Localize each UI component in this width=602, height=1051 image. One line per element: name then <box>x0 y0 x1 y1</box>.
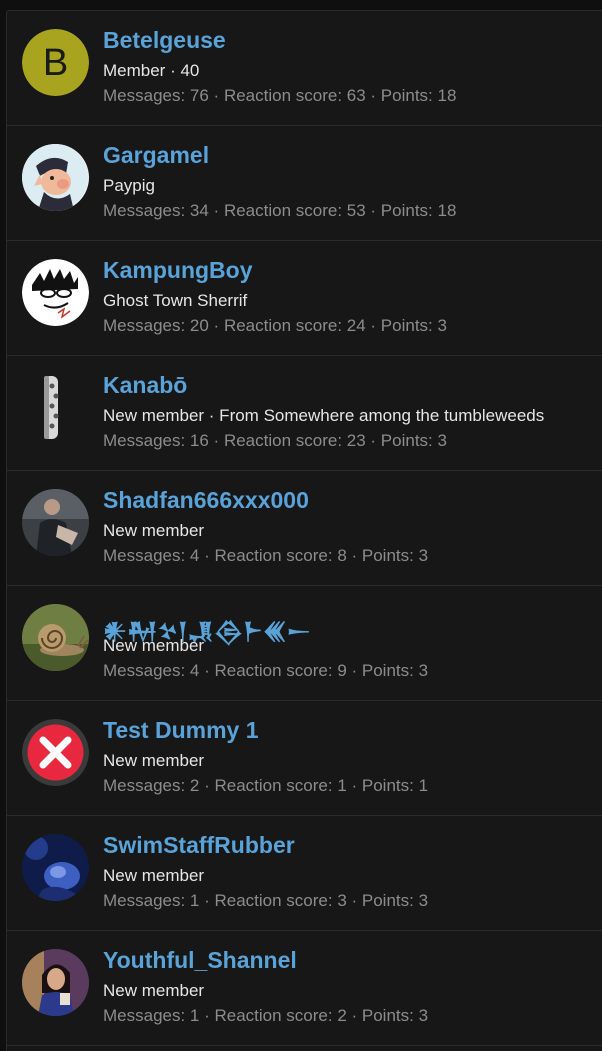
member-stats: Messages: 76 · Reaction score: 63 · Poin… <box>103 86 457 105</box>
member-name[interactable]: KampungBoy <box>103 257 253 284</box>
member-title: New member · From Somewhere among the tu… <box>103 406 545 425</box>
member-title: Paypig <box>103 176 155 195</box>
photo-avatar[interactable] <box>22 489 89 556</box>
member-title: New member <box>103 866 205 885</box>
member-row: KampungBoy Ghost Town Sherrif Messages: … <box>7 241 602 356</box>
member-stats: Messages: 1 · Reaction score: 2 · Points… <box>103 1006 429 1025</box>
member-name[interactable]: Test Dummy 1 <box>103 717 259 744</box>
member-stats: Messages: 34 · Reaction score: 53 · Poin… <box>103 201 457 220</box>
member-row: Test Dummy 1 New member Messages: 2 · Re… <box>7 701 602 816</box>
member-stats: Messages: 20 · Reaction score: 24 · Poin… <box>103 316 447 335</box>
member-name[interactable]: Kanabō <box>103 372 187 399</box>
portrait-avatar[interactable] <box>22 949 89 1016</box>
member-title: New member <box>103 636 205 655</box>
underwater-avatar[interactable] <box>22 834 89 901</box>
member-title: New member <box>103 981 205 1000</box>
avatar-letter: B <box>43 42 68 84</box>
member-name[interactable]: Youthful_Shannel <box>103 947 297 974</box>
letter-avatar[interactable]: B <box>22 29 89 96</box>
member-title: Member · 40 <box>103 61 200 80</box>
member-title: Ghost Town Sherrif <box>103 291 248 310</box>
member-stats: Messages: 1 · Reaction score: 3 · Points… <box>103 891 429 910</box>
member-list: B Betelgeuse Member · 40 Messages: 76 · … <box>6 10 602 1051</box>
member-row: 𒀭𒈹𒆳𒁹𒂗𒁲𒈨𒌍𒀸 New member Messages: 4 · React… <box>7 586 602 701</box>
sketch-avatar[interactable] <box>22 259 89 326</box>
member-stats: Messages: 2 · Reaction score: 1 · Points… <box>103 776 429 795</box>
x-mark-avatar[interactable] <box>22 719 89 786</box>
snail-avatar[interactable] <box>22 604 89 671</box>
member-row: Kanabō New member · From Somewhere among… <box>7 356 602 471</box>
cartoon-avatar[interactable] <box>22 144 89 211</box>
member-name[interactable]: Betelgeuse <box>103 27 226 54</box>
member-title: New member <box>103 751 205 770</box>
member-stats: Messages: 4 · Reaction score: 9 · Points… <box>103 661 429 680</box>
member-stats: Messages: 16 · Reaction score: 23 · Poin… <box>103 431 447 450</box>
member-stats: Messages: 4 · Reaction score: 8 · Points… <box>103 546 429 565</box>
member-name[interactable]: Gargamel <box>103 142 209 169</box>
member-name[interactable]: SwimStaffRubber <box>103 832 295 859</box>
member-name[interactable]: Shadfan666xxx000 <box>103 487 309 514</box>
member-title: New member <box>103 521 205 540</box>
member-row: B Betelgeuse Member · 40 Messages: 76 · … <box>7 11 602 126</box>
member-row: Shadfan666xxx000 New member Messages: 4 … <box>7 471 602 586</box>
member-row: Gargamel Paypig Messages: 34 · Reaction … <box>7 126 602 241</box>
member-row: SwimStaffRubber New member Messages: 1 ·… <box>7 816 602 931</box>
club-avatar[interactable] <box>22 374 89 441</box>
member-row: Youthful_Shannel New member Messages: 1 … <box>7 931 602 1046</box>
